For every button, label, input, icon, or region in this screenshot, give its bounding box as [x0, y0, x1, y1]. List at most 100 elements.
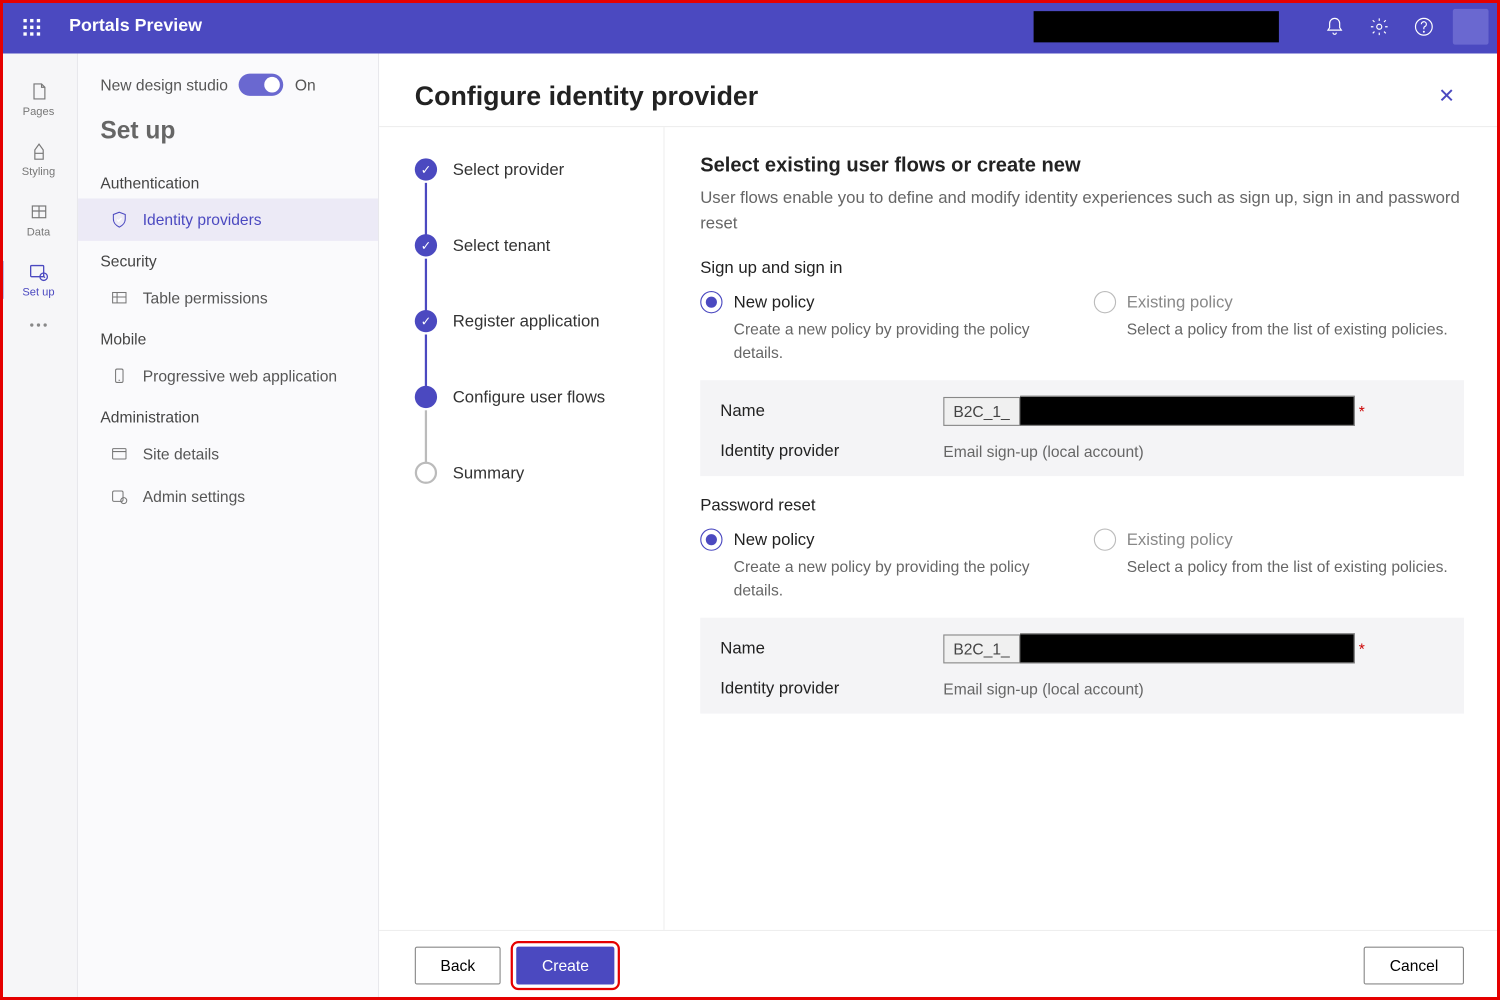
step-select-provider[interactable]: ✓ Select provider [415, 158, 641, 234]
idp-value: Email sign-up (local account) [943, 680, 1444, 698]
close-icon[interactable]: ✕ [1429, 80, 1464, 112]
footer: Back Create Cancel [379, 930, 1500, 1000]
name-prefix: B2C_1_ [943, 396, 1019, 425]
step-label: Register application [453, 312, 600, 331]
todo-step-icon [415, 462, 437, 484]
idp-value: Email sign-up (local account) [943, 442, 1444, 460]
idp-label: Identity provider [720, 442, 943, 461]
check-icon: ✓ [415, 234, 437, 256]
idp-label: Identity provider [720, 679, 943, 698]
reset-new-policy-radio[interactable]: New policy [700, 529, 1071, 551]
table-icon [109, 288, 129, 308]
cancel-button[interactable]: Cancel [1364, 947, 1464, 985]
sidebar-item-site-details[interactable]: Site details [78, 433, 378, 475]
back-button[interactable]: Back [415, 947, 501, 985]
create-button[interactable]: Create [516, 947, 614, 985]
redacted-header [1034, 11, 1279, 42]
stepper: ✓ Select provider ✓ Select tenant ✓ Regi… [379, 127, 664, 930]
name-prefix: B2C_1_ [943, 634, 1019, 663]
rail-pages[interactable]: Pages [0, 69, 77, 129]
name-label: Name [720, 401, 943, 420]
sidebar-item-pwa[interactable]: Progressive web application [78, 355, 378, 397]
signup-name-input[interactable] [1020, 396, 1355, 426]
sidebar-item-label: Identity providers [143, 211, 262, 229]
nav-rail: Pages Styling Data Set up [0, 54, 78, 1000]
check-icon: ✓ [415, 158, 437, 180]
sidebar-item-label: Progressive web application [143, 367, 337, 385]
sidebar: New design studio On Set up Authenticati… [78, 54, 379, 1000]
step-summary[interactable]: Summary [415, 462, 641, 484]
page-title: Configure identity provider [415, 81, 758, 112]
rail-label: Data [27, 226, 51, 238]
signup-existing-policy-radio[interactable]: Existing policy [1093, 291, 1464, 313]
signup-new-policy-radio[interactable]: New policy [700, 291, 1071, 313]
reset-existing-policy-radio[interactable]: Existing policy [1093, 529, 1464, 551]
user-avatar[interactable] [1453, 9, 1489, 45]
step-label: Select tenant [453, 236, 551, 255]
radio-unselected-icon [1093, 529, 1115, 551]
sidebar-item-label: Admin settings [143, 487, 245, 505]
sidebar-item-admin-settings[interactable]: Admin settings [78, 475, 378, 517]
step-label: Select provider [453, 160, 565, 179]
admin-icon [109, 486, 129, 506]
radio-unselected-icon [1093, 291, 1115, 313]
section-title: Select existing user flows or create new [700, 154, 1464, 177]
sidebar-title: Set up [78, 112, 378, 163]
toggle-state: On [295, 76, 316, 94]
rail-setup[interactable]: Set up [0, 250, 77, 310]
password-reset-heading: Password reset [700, 496, 1464, 515]
help-icon[interactable] [1402, 4, 1447, 49]
radio-label: Existing policy [1127, 293, 1233, 312]
sb-group-mobile: Mobile [78, 319, 378, 355]
rail-styling[interactable]: Styling [0, 129, 77, 189]
check-icon: ✓ [415, 310, 437, 332]
main-panel: Configure identity provider ✕ ✓ Select p… [379, 54, 1500, 1000]
rail-label: Pages [23, 106, 55, 118]
top-bar: Portals Preview [0, 0, 1500, 54]
rail-label: Styling [22, 166, 55, 178]
sb-group-admin: Administration [78, 397, 378, 433]
app-title: Portals Preview [69, 17, 202, 37]
signup-signin-heading: Sign up and sign in [700, 259, 1464, 278]
signup-details-box: Name B2C_1_ * Identity provider Email si… [700, 380, 1464, 476]
radio-label: Existing policy [1127, 530, 1233, 549]
form-area: Select existing user flows or create new… [665, 127, 1500, 930]
radio-desc: Create a new policy by providing the pol… [700, 318, 1071, 365]
radio-label: New policy [734, 293, 815, 312]
required-icon: * [1359, 402, 1365, 420]
rail-data[interactable]: Data [0, 190, 77, 250]
required-icon: * [1359, 639, 1365, 657]
app-launcher-icon[interactable] [11, 7, 51, 47]
radio-desc: Select a policy from the list of existin… [1093, 318, 1464, 341]
sb-group-auth: Authentication [78, 163, 378, 199]
rail-label: Set up [22, 287, 54, 299]
site-icon [109, 444, 129, 464]
sidebar-item-identity-providers[interactable]: Identity providers [78, 198, 378, 240]
rail-more-icon[interactable] [30, 323, 47, 326]
reset-name-input[interactable] [1020, 633, 1355, 663]
reset-details-box: Name B2C_1_ * Identity provider Email si… [700, 618, 1464, 714]
mobile-icon [109, 366, 129, 386]
step-select-tenant[interactable]: ✓ Select tenant [415, 234, 641, 310]
sidebar-item-label: Site details [143, 445, 219, 463]
settings-icon[interactable] [1357, 4, 1402, 49]
toggle-label: New design studio [100, 76, 228, 94]
design-studio-toggle[interactable] [239, 74, 284, 96]
step-configure-user-flows[interactable]: Configure user flows [415, 386, 641, 462]
current-step-icon [415, 386, 437, 408]
step-label: Configure user flows [453, 387, 605, 406]
section-desc: User flows enable you to define and modi… [700, 186, 1464, 236]
radio-label: New policy [734, 530, 815, 549]
step-register-application[interactable]: ✓ Register application [415, 310, 641, 386]
sidebar-item-table-permissions[interactable]: Table permissions [78, 277, 378, 319]
radio-selected-icon [700, 291, 722, 313]
notifications-icon[interactable] [1312, 4, 1357, 49]
shield-icon [109, 210, 129, 230]
radio-selected-icon [700, 529, 722, 551]
radio-desc: Create a new policy by providing the pol… [700, 555, 1071, 602]
sidebar-item-label: Table permissions [143, 289, 268, 307]
radio-desc: Select a policy from the list of existin… [1093, 555, 1464, 578]
sb-group-security: Security [78, 241, 378, 277]
name-label: Name [720, 639, 943, 658]
step-label: Summary [453, 463, 525, 482]
